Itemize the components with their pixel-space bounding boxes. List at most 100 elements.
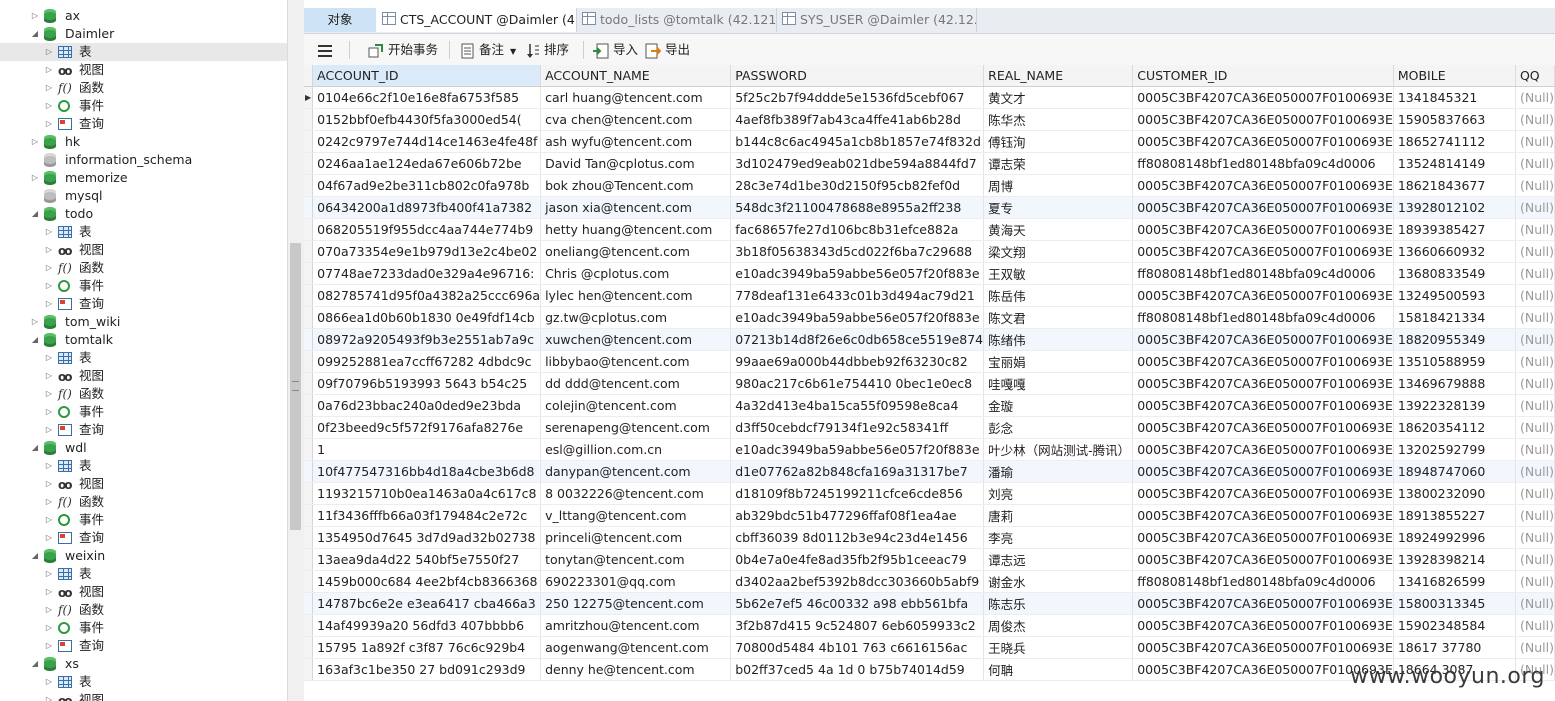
- cell-qq[interactable]: (Null): [1515, 218, 1555, 241]
- table-row[interactable]: 1354950d7645 3d7d9ad32b02738 princeli@ten…: [304, 526, 1555, 549]
- cell-qq[interactable]: (Null): [1515, 196, 1555, 219]
- cell-mobile[interactable]: 13469679888: [1393, 372, 1516, 395]
- cell-customer-id[interactable]: 0005C3BF4207CA36E050007F0100693E: [1132, 482, 1394, 505]
- cell-real-name[interactable]: 王双敏: [983, 262, 1134, 285]
- import-button[interactable]: 导入: [593, 34, 638, 65]
- cell-account-id[interactable]: 10f477547316bb4d18a4cbe3b6d8: [312, 460, 542, 483]
- cell-mobile[interactable]: 15905837663: [1393, 108, 1516, 131]
- row-indicator[interactable]: [304, 174, 314, 197]
- cell-qq[interactable]: (Null): [1515, 570, 1555, 593]
- cell-account-id[interactable]: 0866ea1d0b60b1830 0e49fdf14cb: [312, 306, 542, 329]
- expand-closed-icon[interactable]: ▷: [44, 277, 54, 295]
- cell-qq[interactable]: (Null): [1515, 240, 1555, 263]
- cell-account-id[interactable]: 1: [312, 438, 542, 461]
- cell-account-name[interactable]: serenapeng@tencent.com: [540, 416, 732, 439]
- cell-password[interactable]: e10adc3949ba59abbe56e057f20f883e: [730, 262, 985, 285]
- cell-mobile[interactable]: 13680833549: [1393, 262, 1516, 285]
- cell-account-name[interactable]: dd ddd@tencent.com: [540, 372, 732, 395]
- cell-mobile[interactable]: 13660660932: [1393, 240, 1516, 263]
- menu-button[interactable]: [318, 34, 336, 65]
- tree-item-view[interactable]: ▷ oo 视图: [0, 691, 287, 701]
- cell-account-name[interactable]: denny he@tencent.com: [540, 658, 732, 681]
- cell-qq[interactable]: (Null): [1515, 306, 1555, 329]
- cell-account-id[interactable]: 09f70796b5193993 5643 b54c25: [312, 372, 542, 395]
- tab-cts-account[interactable]: CTS_ACCOUNT @Daimler (4...: [376, 8, 577, 32]
- expand-open-icon[interactable]: ◢: [30, 655, 40, 673]
- cell-password[interactable]: 548dc3f21100478688e8955a2ff238: [730, 196, 985, 219]
- cell-customer-id[interactable]: 0005C3BF4207CA36E050007F0100693E: [1132, 460, 1394, 483]
- cell-account-id[interactable]: 0a76d23bbac240a0ded9e23bda: [312, 394, 542, 417]
- table-row[interactable]: 04f67ad9e2be311cb802c0fa978b bok zhou@Ten…: [304, 174, 1555, 197]
- cell-password[interactable]: 4aef8fb389f7ab43ca4ffe41ab6b28d: [730, 108, 985, 131]
- table-row[interactable]: 0242c9797e744d14ce1463e4fe48f ash wyfu@te…: [304, 130, 1555, 153]
- cell-customer-id[interactable]: 0005C3BF4207CA36E050007F0100693E: [1132, 636, 1394, 659]
- cell-account-name[interactable]: ash wyfu@tencent.com: [540, 130, 732, 153]
- cell-password[interactable]: 99aae69a000b44dbbeb92f63230c82: [730, 350, 985, 373]
- cell-account-id[interactable]: 1193215710b0ea1463a0a4c617c8: [312, 482, 542, 505]
- table-row[interactable]: 068205519f955dcc4aa744e774b9 hetty huang@…: [304, 218, 1555, 241]
- data-grid[interactable]: ACCOUNT_ID ACCOUNT_NAME PASSWORD REAL_NAME C…: [304, 65, 1555, 701]
- expand-closed-icon[interactable]: ▷: [44, 673, 54, 691]
- cell-password[interactable]: 3d102479ed9eab021dbe594a8844fd7: [730, 152, 985, 175]
- tree-item-view[interactable]: ▷ oo 视图: [0, 61, 287, 79]
- cell-mobile[interactable]: 13510588959: [1393, 350, 1516, 373]
- cell-password[interactable]: d3ff50cebdcf79134f1e92c58341ff: [730, 416, 985, 439]
- cell-password[interactable]: 3b18f05638343d5cd022f6ba7c29688: [730, 240, 985, 263]
- cell-customer-id[interactable]: 0005C3BF4207CA36E050007F0100693E: [1132, 86, 1394, 109]
- cell-real-name[interactable]: 陈文君: [983, 306, 1134, 329]
- expand-closed-icon[interactable]: ▷: [44, 385, 54, 403]
- expand-closed-icon[interactable]: ▷: [44, 601, 54, 619]
- expand-closed-icon[interactable]: ▷: [44, 493, 54, 511]
- cell-password[interactable]: 70800d5484 4b101 763 c6616156ac: [730, 636, 985, 659]
- cell-account-id[interactable]: 068205519f955dcc4aa744e774b9: [312, 218, 542, 241]
- row-indicator[interactable]: [304, 152, 314, 175]
- cell-mobile[interactable]: 1341845321: [1393, 86, 1516, 109]
- cell-qq[interactable]: (Null): [1515, 526, 1555, 549]
- row-indicator[interactable]: [304, 526, 314, 549]
- row-indicator[interactable]: [304, 592, 314, 615]
- cell-qq[interactable]: (Null): [1515, 372, 1555, 395]
- cell-password[interactable]: d3402aa2bef5392b8dcc303660b5abf9: [730, 570, 985, 593]
- tree-item-database[interactable]: information_schema: [0, 151, 287, 169]
- table-row[interactable]: 07748ae7233dad0e329a4e96716: Chris @cplot…: [304, 262, 1555, 285]
- cell-customer-id[interactable]: 0005C3BF4207CA36E050007F0100693E: [1132, 526, 1394, 549]
- cell-qq[interactable]: (Null): [1515, 350, 1555, 373]
- column-header-qq[interactable]: QQ: [1515, 65, 1555, 87]
- cell-password[interactable]: ab329bdc51b477296ffaf08f1ea4ae: [730, 504, 985, 527]
- tree-item-event[interactable]: ▷ 事件: [0, 403, 287, 421]
- table-row[interactable]: 070a73354e9e1b979d13e2c4be02 oneliang@ten…: [304, 240, 1555, 263]
- row-indicator[interactable]: [304, 350, 314, 373]
- cell-real-name[interactable]: 谢金水: [983, 570, 1134, 593]
- cell-account-name[interactable]: xuwchen@tencent.com: [540, 328, 732, 351]
- tree-item-func[interactable]: ▷ f() 函数: [0, 385, 287, 403]
- tree-item-view[interactable]: ▷ oo 视图: [0, 583, 287, 601]
- cell-account-id[interactable]: 08972a9205493f9b3e2551ab7a9c: [312, 328, 542, 351]
- cell-real-name[interactable]: 傅钰洵: [983, 130, 1134, 153]
- cell-account-name[interactable]: aogenwang@tencent.com: [540, 636, 732, 659]
- expand-closed-icon[interactable]: ▷: [30, 7, 40, 25]
- cell-real-name[interactable]: 刘亮: [983, 482, 1134, 505]
- table-row[interactable]: 15795 1a892f c3f87 76c6c929b4 aogenwang@t…: [304, 636, 1555, 659]
- cell-customer-id[interactable]: 0005C3BF4207CA36E050007F0100693E: [1132, 614, 1394, 637]
- cell-mobile[interactable]: 18939385427: [1393, 218, 1516, 241]
- cell-mobile[interactable]: 13416826599: [1393, 570, 1516, 593]
- begin-transaction-button[interactable]: 开始事务: [368, 34, 438, 65]
- tree-item-query[interactable]: ▷ 查询: [0, 529, 287, 547]
- cell-customer-id[interactable]: 0005C3BF4207CA36E050007F0100693E: [1132, 328, 1394, 351]
- cell-real-name[interactable]: 陈志乐: [983, 592, 1134, 615]
- expand-open-icon[interactable]: ◢: [30, 439, 40, 457]
- expand-closed-icon[interactable]: ▷: [44, 511, 54, 529]
- table-row[interactable]: 13aea9da4d22 540bf5e7550f27 tonytan@tence…: [304, 548, 1555, 571]
- tree-item-event[interactable]: ▷ 事件: [0, 619, 287, 637]
- cell-real-name[interactable]: 金璇: [983, 394, 1134, 417]
- tab-objects[interactable]: 对象: [304, 8, 377, 32]
- expand-closed-icon[interactable]: ▷: [44, 295, 54, 313]
- cell-account-name[interactable]: lylec hen@tencent.com: [540, 284, 732, 307]
- row-indicator[interactable]: [304, 416, 314, 439]
- tree-item-func[interactable]: ▷ f() 函数: [0, 601, 287, 619]
- cell-mobile[interactable]: 18620354112: [1393, 416, 1516, 439]
- cell-account-id[interactable]: 070a73354e9e1b979d13e2c4be02: [312, 240, 542, 263]
- row-indicator[interactable]: [304, 262, 314, 285]
- tree-item-view[interactable]: ▷ oo 视图: [0, 241, 287, 259]
- table-row[interactable]: 14af49939a20 56dfd3 407bbbb6 amritzhou@te…: [304, 614, 1555, 637]
